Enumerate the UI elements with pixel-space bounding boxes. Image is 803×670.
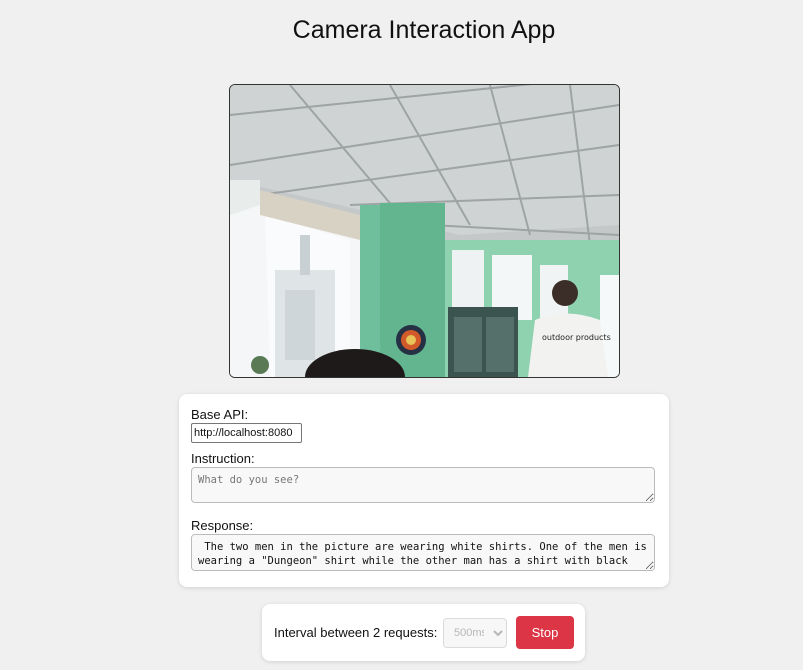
- instruction-textarea[interactable]: [191, 467, 655, 503]
- request-form-panel: Base API: Instruction: Response: The two…: [179, 394, 669, 587]
- interval-select[interactable]: 500ms: [443, 618, 507, 648]
- interval-control-panel: Interval between 2 requests: 500ms Stop: [262, 604, 585, 661]
- stop-button[interactable]: Stop: [516, 616, 574, 649]
- base-api-label: Base API:: [191, 407, 249, 422]
- shirt-print-text: outdoor products: [542, 333, 611, 342]
- instruction-label: Instruction:: [191, 451, 255, 466]
- response-textarea[interactable]: The two men in the picture are wearing w…: [191, 534, 655, 571]
- base-api-input[interactable]: [191, 423, 302, 443]
- page-title: Camera Interaction App: [292, 16, 556, 44]
- camera-frame-image: outdoor products: [230, 85, 619, 377]
- interval-label: Interval between 2 requests:: [274, 625, 438, 640]
- camera-video-feed: outdoor products: [229, 84, 620, 378]
- response-label: Response:: [191, 518, 254, 533]
